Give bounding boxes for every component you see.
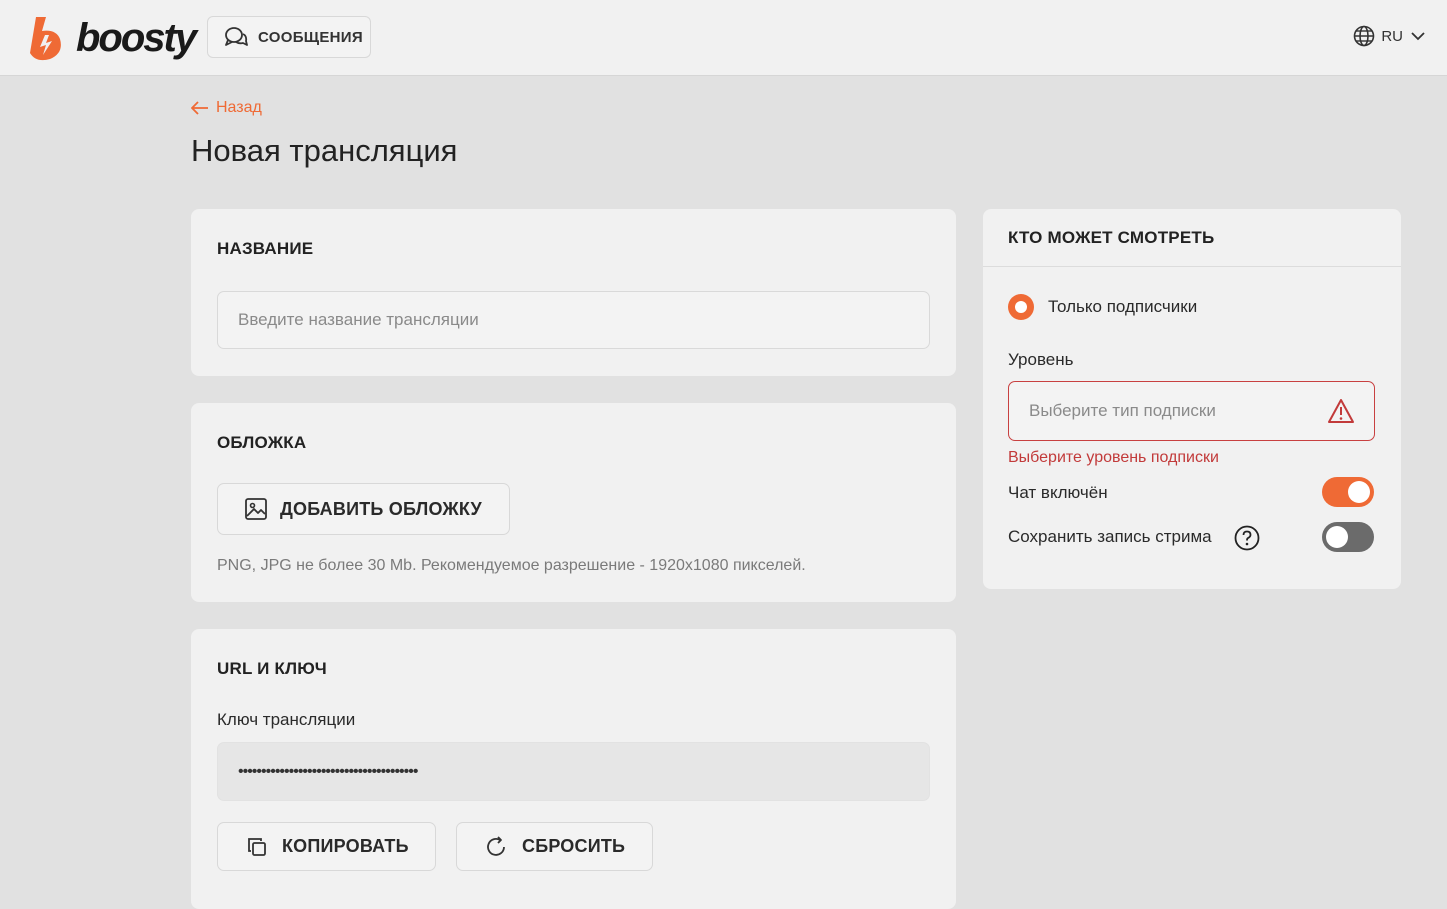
- page-title: Новая трансляция: [191, 133, 458, 168]
- add-cover-button[interactable]: ДОБАВИТЬ ОБЛОЖКУ: [217, 483, 510, 535]
- messages-label: СООБЩЕНИЯ: [258, 28, 363, 46]
- name-card-title: НАЗВАНИЕ: [217, 239, 314, 258]
- messages-button[interactable]: СООБЩЕНИЯ: [207, 16, 371, 58]
- level-label: Уровень: [1008, 350, 1074, 369]
- subscription-level-placeholder: Выберите тип подписки: [1029, 401, 1216, 420]
- name-card: НАЗВАНИЕ Введите название трансляции: [191, 209, 956, 376]
- cover-hint: PNG, JPG не более 30 Mb. Рекомендуемое р…: [217, 557, 806, 574]
- access-card-title: КТО МОЖЕТ СМОТРЕТЬ: [1008, 228, 1215, 247]
- globe-icon: [1354, 25, 1375, 47]
- save-recording-toggle[interactable]: [1322, 522, 1374, 552]
- subscribers-only-radio[interactable]: [1008, 294, 1034, 320]
- copy-label: КОПИРОВАТЬ: [282, 836, 409, 856]
- back-label: Назад: [216, 99, 262, 116]
- image-icon: [245, 498, 267, 520]
- chat-enabled-label: Чат включён: [1008, 483, 1108, 502]
- stream-key-field[interactable]: •••••••••••••••••••••••••••••••••••••••: [217, 742, 930, 801]
- help-icon[interactable]: [1234, 525, 1260, 551]
- chevron-down-icon: [1411, 32, 1425, 41]
- cover-card-title: ОБЛОЖКА: [217, 433, 307, 452]
- access-card: КТО МОЖЕТ СМОТРЕТЬ Только подписчики Уро…: [983, 209, 1401, 589]
- access-card-divider: [983, 266, 1401, 267]
- back-link[interactable]: Назад: [191, 99, 262, 117]
- toggle-knob: [1326, 526, 1348, 548]
- stream-key-label: Ключ трансляции: [217, 710, 356, 729]
- copy-icon: [248, 837, 266, 856]
- toggle-knob: [1348, 481, 1370, 503]
- save-recording-label: Сохранить запись стрима: [1008, 527, 1212, 546]
- stream-name-input[interactable]: Введите название трансляции: [217, 291, 930, 349]
- copy-button[interactable]: КОПИРОВАТЬ: [217, 822, 436, 871]
- chat-bubbles-icon: [225, 27, 248, 46]
- subscribers-only-label[interactable]: Только подписчики: [1048, 297, 1197, 317]
- boosty-bolt-icon: [30, 17, 61, 61]
- add-cover-label: ДОБАВИТЬ ОБЛОЖКУ: [280, 498, 482, 519]
- language-label: RU: [1381, 27, 1403, 45]
- logo-text: boosty: [76, 16, 197, 60]
- level-error-message: Выберите уровень подписки: [1008, 449, 1219, 466]
- arrow-left-icon: [191, 101, 208, 115]
- boosty-logo[interactable]: boosty: [26, 15, 197, 61]
- reset-label: СБРОСИТЬ: [522, 836, 626, 856]
- reset-button[interactable]: СБРОСИТЬ: [456, 822, 653, 871]
- url-key-card-title: URL И КЛЮЧ: [217, 659, 327, 678]
- subscription-level-select[interactable]: Выберите тип подписки: [1008, 381, 1375, 441]
- chat-enabled-toggle[interactable]: [1322, 477, 1374, 507]
- url-key-card: URL И КЛЮЧ Ключ трансляции •••••••••••••…: [191, 629, 956, 909]
- top-header: boosty СООБЩЕНИЯ RU: [0, 0, 1447, 76]
- cover-card: ОБЛОЖКА ДОБАВИТЬ ОБЛОЖКУ PNG, JPG не бол…: [191, 403, 956, 602]
- language-selector[interactable]: RU: [1353, 25, 1425, 47]
- warning-icon: [1328, 399, 1354, 423]
- refresh-icon: [487, 835, 505, 856]
